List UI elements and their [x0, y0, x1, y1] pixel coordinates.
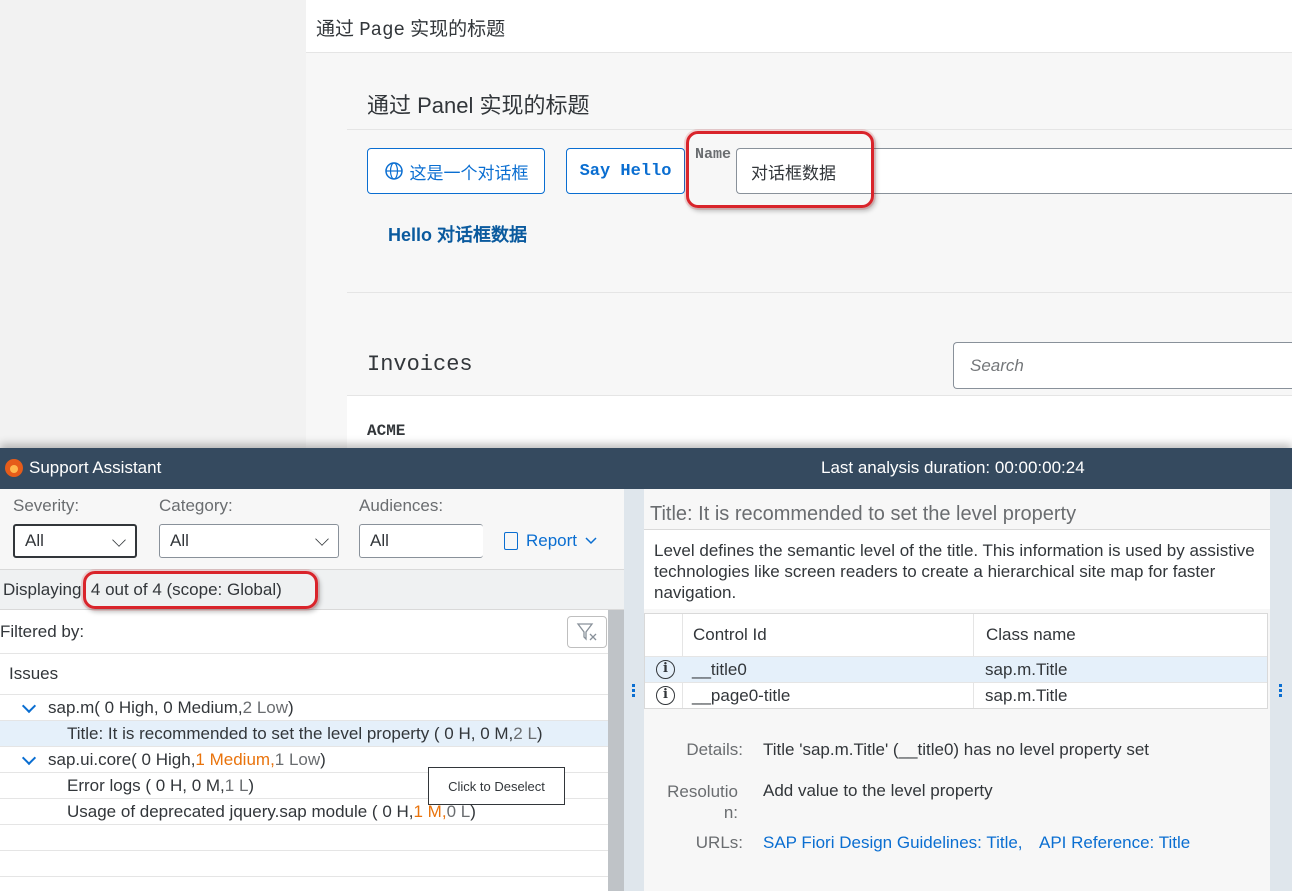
- divider: [347, 129, 1292, 130]
- panel-title: 通过 Panel 实现的标题: [367, 93, 590, 118]
- report-label: Report: [526, 531, 578, 550]
- details-value: Title 'sap.m.Title' (__title0) has no le…: [763, 740, 1150, 759]
- severity-select[interactable]: All: [13, 524, 137, 558]
- dialog-button[interactable]: 这是一个对话框: [367, 148, 545, 194]
- filter-clear-icon: [576, 623, 597, 641]
- analysis-duration: Last analysis duration: 00:00:00:24: [821, 458, 1085, 477]
- page-title: 通过 Page 实现的标题: [316, 19, 506, 41]
- tree-empty-row: [0, 851, 608, 877]
- issue-title: Title: It is recommended to set the leve…: [650, 503, 1077, 525]
- api-reference-link[interactable]: API Reference: Title: [1039, 833, 1190, 853]
- chevron-down-icon: [585, 537, 597, 545]
- invoice-list: [347, 395, 1292, 448]
- say-hello-button[interactable]: Say Hello: [566, 148, 685, 194]
- column-header-class-name[interactable]: Class name: [986, 614, 1076, 656]
- invoices-title: Invoices: [367, 352, 473, 377]
- table-row[interactable]: i __title0 sap.m.Title: [645, 656, 1267, 682]
- category-label: Category:: [159, 496, 233, 515]
- issues-header: [0, 653, 608, 695]
- filtered-by-label: Filtered by:: [0, 622, 85, 641]
- audiences-label: Audiences:: [359, 496, 444, 515]
- chevron-down-icon: [315, 532, 329, 546]
- deselect-tooltip: Click to Deselect: [428, 767, 565, 805]
- info-icon[interactable]: i: [656, 660, 675, 679]
- splitter-grip-icon[interactable]: [1279, 684, 1282, 698]
- left-rail: [0, 0, 306, 448]
- chevron-down-icon: [21, 698, 37, 713]
- table-row[interactable]: i __page0-title sap.m.Title: [645, 682, 1267, 708]
- resolution-label: Resolutio n:: [667, 782, 738, 822]
- column-header-control-id[interactable]: Control Id: [693, 614, 767, 656]
- report-document-icon: [504, 532, 518, 550]
- audiences-select[interactable]: All: [359, 524, 483, 558]
- tree-empty-row: [0, 825, 608, 851]
- details-label: Details:: [686, 740, 743, 759]
- highlight-name-input: [686, 131, 874, 208]
- support-assistant-title: Support Assistant: [29, 458, 162, 477]
- resolution-value: Add value to the level property: [763, 781, 993, 800]
- tree-node-sap-m[interactable]: sap.m ( 0 High, 0 Medium, 2 Low ): [0, 695, 608, 721]
- urls-label: URLs:: [695, 833, 743, 852]
- list-item[interactable]: ACME: [367, 422, 405, 440]
- clear-filter-button[interactable]: [567, 616, 607, 648]
- hello-text: Hello 对话框数据: [388, 225, 528, 245]
- issues-header-label: Issues: [9, 664, 59, 683]
- divider: [347, 292, 1292, 293]
- tree-item-title-level[interactable]: Title: It is recommended to set the leve…: [0, 721, 608, 747]
- dialog-button-label: 这是一个对话框: [409, 163, 529, 183]
- chevron-down-icon: [21, 750, 37, 765]
- highlight-display-count: [83, 571, 318, 609]
- support-assistant-logo-icon: [5, 459, 23, 477]
- info-icon[interactable]: i: [656, 686, 675, 705]
- support-assistant-toolbar: [0, 448, 1292, 489]
- globe-icon: [384, 162, 403, 180]
- fiori-guidelines-link[interactable]: SAP Fiori Design Guidelines: Title,: [763, 833, 1023, 853]
- category-select[interactable]: All: [159, 524, 339, 558]
- chevron-down-icon: [112, 533, 126, 547]
- report-button[interactable]: Report: [504, 531, 597, 551]
- issues-scrollbar[interactable]: [608, 610, 624, 891]
- search-input[interactable]: Search: [953, 342, 1292, 389]
- splitter-grip-icon[interactable]: [632, 684, 635, 698]
- issue-description: Level defines the semantic level of the …: [654, 541, 1255, 602]
- page-title-mono: Page: [359, 19, 405, 41]
- severity-label: Severity:: [13, 496, 80, 515]
